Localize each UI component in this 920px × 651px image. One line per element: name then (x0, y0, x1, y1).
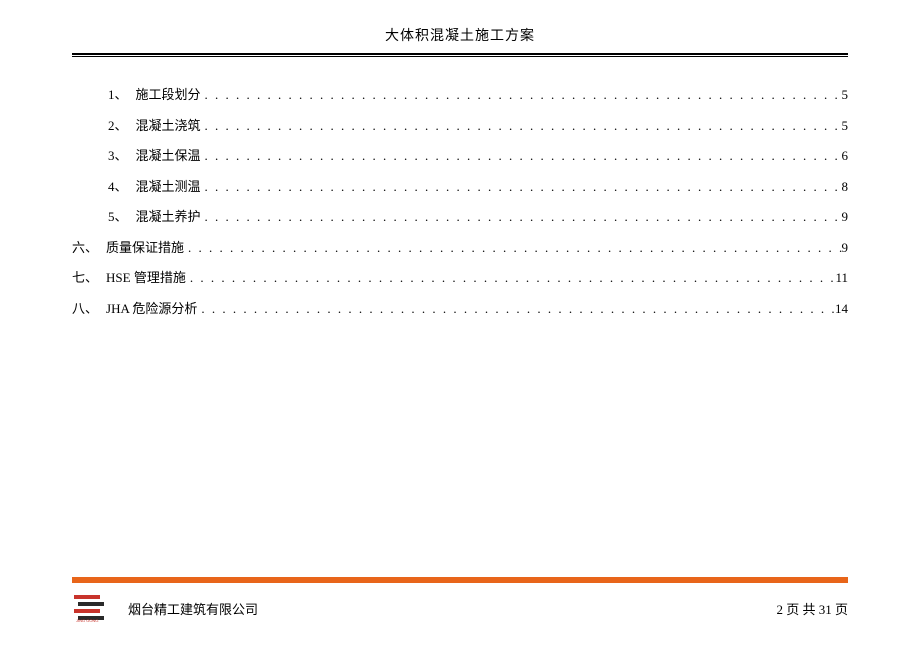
page-label-2: 页 (835, 602, 848, 617)
toc-entry: 1、施工段划分. . . . . . . . . . . . . . . . .… (72, 85, 848, 105)
toc-label: 施工段划分 (136, 85, 201, 105)
toc-number: 八、 (72, 299, 98, 319)
toc-number: 5、 (108, 207, 128, 227)
page-number: 2 页 共 31 页 (776, 599, 848, 618)
toc-entry: 六、质量保证措施. . . . . . . . . . . . . . . . … (72, 238, 848, 258)
toc-page-number: 9 (842, 207, 849, 227)
page-title: 大体积混凝土施工方案 (0, 25, 920, 45)
toc-entry: 5、混凝土养护. . . . . . . . . . . . . . . . .… (72, 207, 848, 227)
toc-leader-dots: . . . . . . . . . . . . . . . . . . . . … (186, 268, 836, 288)
toc-page-number: 11 (835, 268, 848, 288)
toc-leader-dots: . . . . . . . . . . . . . . . . . . . . … (201, 207, 842, 227)
page-header: 大体积混凝土施工方案 (0, 0, 920, 53)
company-logo-icon: JING GONG (72, 593, 114, 623)
toc-label: HSE 管理措施 (106, 268, 186, 288)
toc-page-number: 6 (842, 146, 849, 166)
footer-accent-bar (72, 577, 848, 583)
toc-leader-dots: . . . . . . . . . . . . . . . . . . . . … (197, 299, 835, 319)
toc-label: 混凝土养护 (136, 207, 201, 227)
toc-content: 1、施工段划分. . . . . . . . . . . . . . . . .… (0, 57, 920, 318)
toc-label: 混凝土保温 (136, 146, 201, 166)
page-footer: JING GONG 烟台精工建筑有限公司 2 页 共 31 页 (0, 577, 920, 651)
toc-number: 1、 (108, 85, 128, 105)
toc-leader-dots: . . . . . . . . . . . . . . . . . . . . … (201, 146, 842, 166)
toc-entry: 4、混凝土测温. . . . . . . . . . . . . . . . .… (72, 177, 848, 197)
toc-page-number: 14 (835, 299, 848, 319)
toc-entry: 2、混凝土浇筑. . . . . . . . . . . . . . . . .… (72, 116, 848, 136)
toc-page-number: 5 (842, 85, 849, 105)
toc-number: 六、 (72, 238, 98, 258)
toc-leader-dots: . . . . . . . . . . . . . . . . . . . . … (184, 238, 841, 258)
toc-label: JHA 危险源分析 (106, 299, 197, 319)
toc-entry: 七、 HSE 管理措施. . . . . . . . . . . . . . . … (72, 268, 848, 288)
toc-entry: 八、 JHA 危险源分析. . . . . . . . . . . . . . .… (72, 299, 848, 319)
toc-label: 混凝土浇筑 (136, 116, 201, 136)
toc-number: 2、 (108, 116, 128, 136)
toc-page-number: 9 (842, 238, 849, 258)
toc-number: 七、 (72, 268, 98, 288)
toc-leader-dots: . . . . . . . . . . . . . . . . . . . . … (201, 116, 842, 136)
toc-page-number: 5 (842, 116, 849, 136)
toc-leader-dots: . . . . . . . . . . . . . . . . . . . . … (201, 177, 842, 197)
toc-entry: 3、混凝土保温. . . . . . . . . . . . . . . . .… (72, 146, 848, 166)
toc-label: 混凝土测温 (136, 177, 201, 197)
toc-page-number: 8 (842, 177, 849, 197)
toc-number: 4、 (108, 177, 128, 197)
page-label-1: 页 共 (786, 602, 815, 617)
page-total: 31 (819, 602, 832, 617)
svg-text:JING GONG: JING GONG (76, 618, 98, 623)
header-rule-thick (72, 53, 848, 55)
toc-label: 质量保证措施 (106, 238, 184, 258)
toc-number: 3、 (108, 146, 128, 166)
company-name: 烟台精工建筑有限公司 (128, 599, 258, 618)
page-current: 2 (776, 602, 783, 617)
toc-leader-dots: . . . . . . . . . . . . . . . . . . . . … (201, 85, 842, 105)
